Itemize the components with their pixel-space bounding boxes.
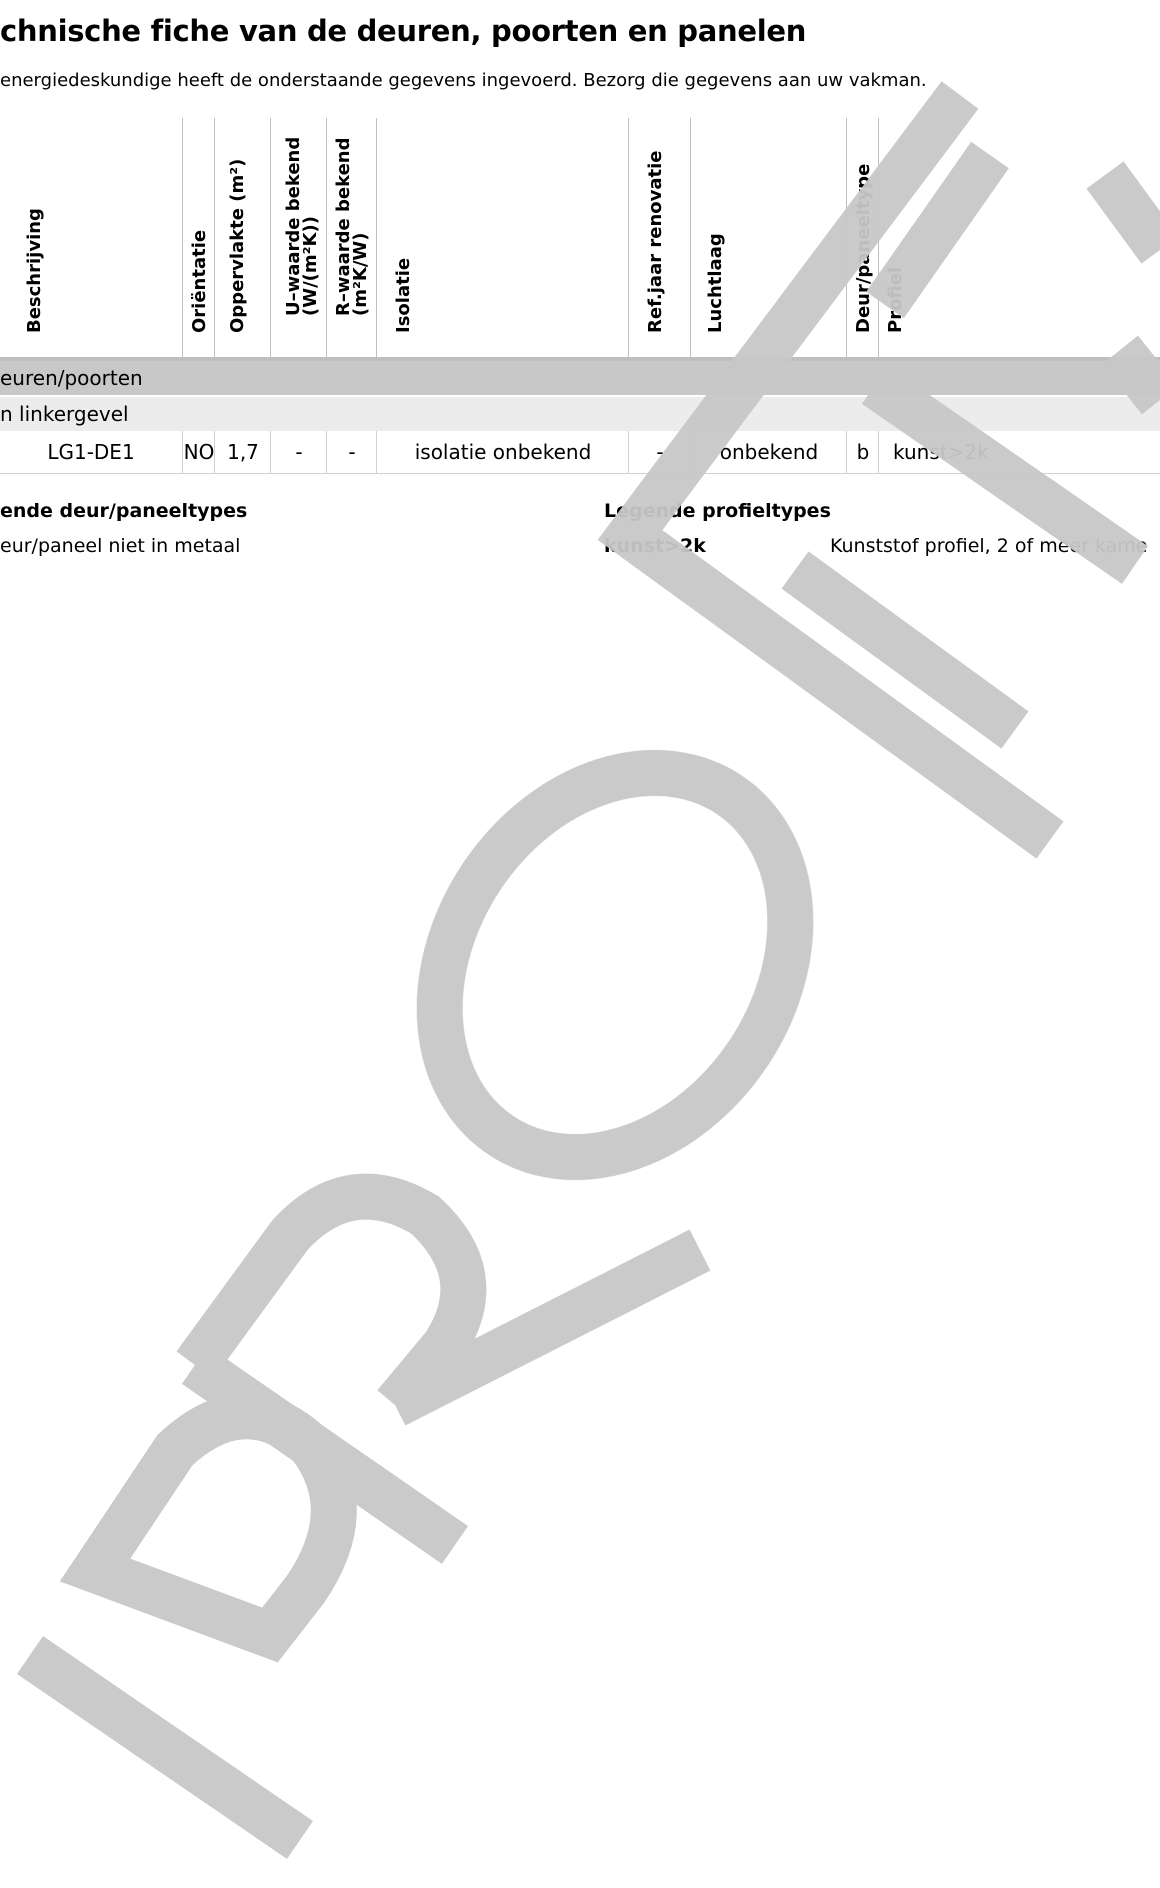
header-refjaar: Ref.jaar renovatie	[628, 118, 691, 358]
header-isolatie-label: Isolatie	[393, 257, 414, 333]
header-oppervlakte-label: Oppervlakte (m²)	[227, 158, 248, 333]
cell-deurtype: b	[846, 431, 879, 473]
header-u-waarde-label: U–waarde bekend (W/(m²K))	[283, 137, 321, 316]
header-orientatie: Oriëntatie	[182, 118, 215, 358]
legend-doors-text: eur/paneel niet in metaal	[0, 535, 241, 557]
header-deurtype-label: Deur/paneeltype	[853, 163, 874, 333]
legend-profiles-code: kunst>2k	[604, 535, 706, 557]
document-page: chnische fiche van de deuren, poorten en…	[0, 0, 1160, 1888]
header-beschrijving-label: Beschrijving	[24, 208, 45, 333]
cell-luchtlaag: onbekend	[690, 431, 847, 473]
header-profiel: Profiel	[878, 118, 1160, 358]
intro-text: energiedeskundige heeft de onderstaande …	[0, 70, 927, 91]
header-luchtlaag: Luchtlaag	[690, 118, 847, 358]
cell-profiel: kunst>2k	[878, 431, 1160, 473]
page-title: chnische fiche van de deuren, poorten en…	[0, 14, 807, 48]
cell-isolatie: isolatie onbekend	[376, 431, 629, 473]
header-refjaar-label: Ref.jaar renovatie	[645, 150, 666, 334]
group-row: euren/poorten	[0, 361, 1160, 395]
header-r-waarde: R–waarde bekend (m²K/W)	[326, 118, 377, 358]
subgroup-label: n linkergevel	[0, 402, 129, 426]
cell-r-waarde: -	[326, 431, 377, 473]
cell-u-waarde: -	[270, 431, 327, 473]
table-row: LG1-DE1 NO 1,7 - - isolatie onbekend - o…	[0, 431, 1160, 474]
header-deurtype: Deur/paneeltype	[846, 118, 879, 358]
cell-refjaar: -	[628, 431, 691, 473]
group-label: euren/poorten	[0, 366, 143, 390]
table-header: Beschrijving Oriëntatie Oppervlakte (m²)…	[0, 118, 1160, 358]
cell-orientatie: NO	[182, 431, 215, 473]
cell-beschrijving: LG1-DE1	[47, 440, 135, 464]
header-beschrijving: Beschrijving	[0, 118, 182, 358]
legend-profiles-text: Kunststof profiel, 2 of meer kame	[830, 535, 1148, 557]
header-profiel-label: Profiel	[885, 266, 906, 333]
legend-doors-heading: ende deur/paneeltypes	[0, 500, 248, 522]
header-oppervlakte: Oppervlakte (m²)	[214, 118, 271, 358]
header-isolatie: Isolatie	[376, 118, 629, 358]
header-luchtlaag-label: Luchtlaag	[705, 233, 726, 333]
cell-oppervlakte: 1,7	[214, 431, 271, 473]
subgroup-row: n linkergevel	[0, 397, 1160, 431]
watermark-letter-r	[176, 1173, 711, 1564]
watermark-letter-o	[416, 749, 814, 1181]
legend-profiles-heading: Legende profieltypes	[604, 500, 831, 522]
header-u-waarde-line2: (W/(m²K))	[300, 216, 321, 316]
watermark-letter-p	[16, 1393, 357, 1859]
header-u-waarde: U–waarde bekend (W/(m²K))	[270, 118, 327, 358]
header-r-waarde-line2: (m²K/W)	[350, 232, 371, 316]
header-orientatie-label: Oriëntatie	[189, 229, 210, 333]
header-r-waarde-label: R–waarde bekend (m²K/W)	[333, 137, 371, 316]
